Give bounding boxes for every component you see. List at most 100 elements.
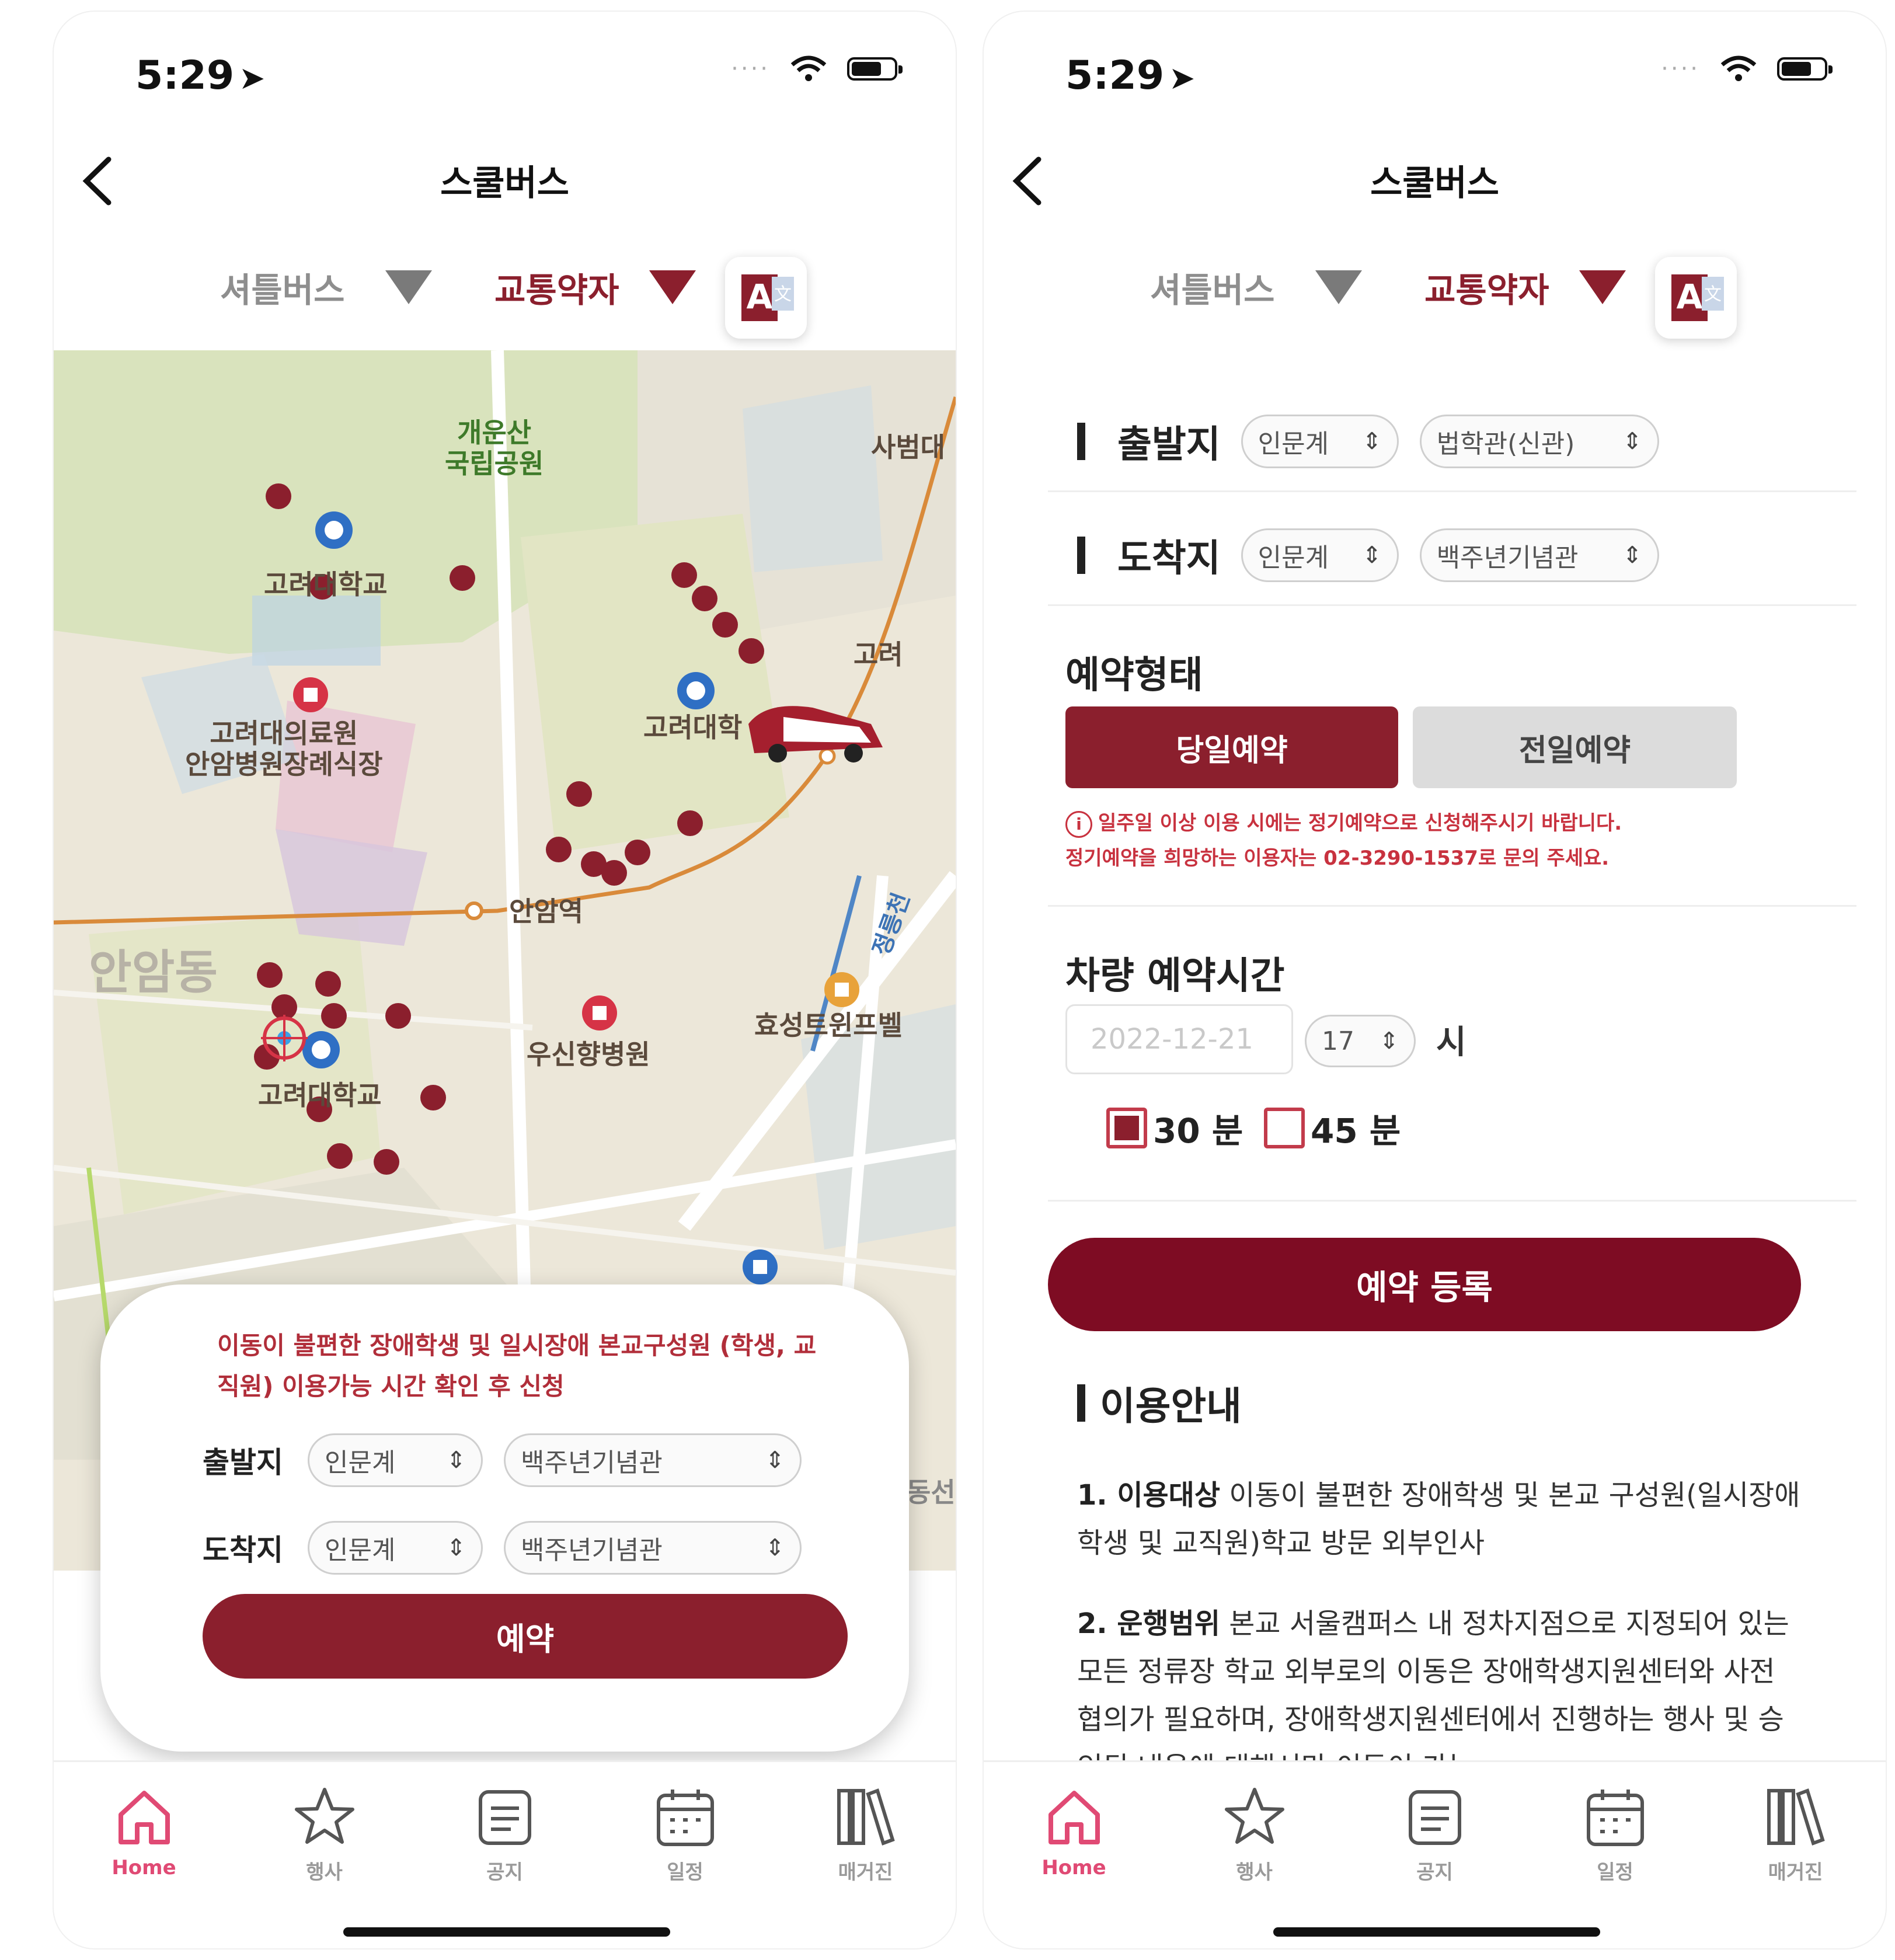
svg-text:A: A (747, 277, 773, 316)
checkbox-unchecked[interactable] (1264, 1108, 1305, 1148)
select-value: 백주년기념관 (521, 1448, 663, 1478)
map-label-sabeom: 사범대 (871, 431, 945, 463)
eligibility-notice: 이동이 불편한 장애학생 및 일시장애 본교구성원 (학생, 교직원) 이용가능… (217, 1331, 817, 1401)
page-title: 스쿨버스 (440, 163, 569, 204)
home-indicator[interactable] (343, 1927, 670, 1937)
map-label-park: 개운산 국립공원 (445, 417, 544, 479)
nav-label: 일정 (667, 1861, 703, 1884)
arrival-row: 도착지 인문계 ⇕ 백주년기념관 ⇕ (1077, 528, 1680, 582)
nav-item-home[interactable]: Home (987, 1762, 1162, 1896)
updown-caret-icon: ⇕ (1622, 542, 1642, 569)
nav-item-notice[interactable]: 공지 (417, 1762, 593, 1896)
map-label-station: 안암역 (509, 896, 583, 927)
date-input[interactable]: 2022-12-21 (1065, 1004, 1293, 1074)
select-value: 백주년기념관 (1436, 543, 1579, 573)
nav-item-magazine[interactable]: 매거진 (778, 1762, 953, 1896)
translate-button[interactable]: A 文 (1655, 257, 1737, 339)
hour-unit-label: 시 (1436, 1023, 1466, 1061)
nav-item-home[interactable]: Home (57, 1762, 232, 1896)
reserve-button[interactable]: 예약 (203, 1594, 848, 1679)
guide-title-text: 이용안내 (1100, 1384, 1242, 1429)
divider (1048, 905, 1856, 907)
select-value: 인문계 (1257, 429, 1329, 459)
arrival-label: 도착지 (203, 1533, 283, 1567)
nav-label: 행사 (306, 1861, 343, 1884)
section-bar (1077, 1384, 1085, 1422)
phone-screen-form: 5:29 ➤ ···· 스쿨버스 셔틀버스 교통약자 A 文 출발지 인문계 ⇕ 법… (984, 12, 1886, 1948)
tab-label: 교통약자 (1424, 270, 1549, 310)
select-value: 인문계 (1257, 543, 1329, 573)
nav-item-magazine[interactable]: 매거진 (1708, 1762, 1883, 1896)
location-arrow-icon: ➤ (239, 60, 266, 96)
nav-label: Home (1041, 1856, 1106, 1879)
departure-building-select[interactable]: 백주년기념관 ⇕ (504, 1433, 802, 1487)
map-label-korea-univ-right: 고려대학 (643, 712, 743, 743)
hour-select[interactable]: 17 ⇕ (1305, 1015, 1416, 1067)
notice-line: 정기예약을 희망하는 이용자는 02-3290-1537로 문의 주세요. (1065, 847, 1610, 870)
updown-caret-icon: ⇕ (446, 1447, 466, 1474)
nav-item-events[interactable]: 행사 (1167, 1762, 1342, 1896)
minute-30-option[interactable]: 30 분 (1106, 1103, 1243, 1153)
status-indicators: ···· (1661, 55, 1833, 82)
updown-caret-icon: ⇕ (1622, 428, 1642, 455)
minute-45-option[interactable]: 45 분 (1264, 1103, 1401, 1153)
wifi-icon (1720, 55, 1757, 81)
updown-caret-icon: ⇕ (446, 1534, 466, 1561)
translate-icon: A 文 (1671, 274, 1724, 321)
dropdown-triangle-icon (1315, 270, 1363, 304)
nav-label: 공지 (486, 1861, 523, 1884)
departure-row: 출발지 인문계 ⇕ 법학관(신관) ⇕ (1077, 415, 1680, 468)
nav-label: 매거진 (1768, 1861, 1823, 1884)
map-label-korea-univ: 고려대학교 (264, 569, 388, 600)
location-arrow-icon: ➤ (1169, 60, 1196, 96)
same-day-button[interactable]: 당일예약 (1065, 706, 1398, 788)
map-label-woosin-hospital: 우신향병원 (527, 1039, 650, 1070)
updown-caret-icon: ⇕ (1362, 428, 1382, 455)
tab-disabled-transport[interactable]: 교통약자 (494, 263, 696, 312)
mode-tabs: 셔틀버스 교통약자 A 文 (54, 257, 956, 339)
signal-icon: ···· (1661, 55, 1700, 82)
arrival-building-select[interactable]: 백주년기념관 ⇕ (1419, 528, 1659, 582)
previous-day-button[interactable]: 전일예약 (1413, 706, 1737, 788)
select-value: 17 (1322, 1026, 1354, 1056)
select-value: 법학관(신관) (1436, 429, 1575, 459)
calendar-icon (656, 1790, 714, 1846)
option-label: 45 분 (1311, 1111, 1401, 1151)
checkbox-checked[interactable] (1106, 1108, 1147, 1148)
updown-caret-icon: ⇕ (765, 1534, 785, 1561)
nav-item-schedule[interactable]: 일정 (598, 1762, 773, 1896)
tab-label: 교통약자 (494, 270, 619, 310)
home-indicator[interactable] (1273, 1927, 1600, 1937)
nav-item-schedule[interactable]: 일정 (1528, 1762, 1703, 1896)
dropdown-triangle-icon (649, 270, 696, 304)
arrival-campus-select[interactable]: 인문계 ⇕ (1241, 528, 1399, 582)
departure-campus-select[interactable]: 인문계 ⇕ (1241, 415, 1399, 468)
updown-caret-icon: ⇕ (1362, 542, 1382, 569)
calendar-icon (1586, 1790, 1644, 1846)
select-value: 인문계 (325, 1448, 396, 1478)
home-icon (1048, 1791, 1100, 1844)
tab-disabled-transport[interactable]: 교통약자 (1424, 263, 1626, 312)
select-value: 백주년기념관 (521, 1536, 663, 1565)
tab-shuttle-bus[interactable]: 셔틀버스 (1150, 263, 1363, 312)
departure-row: 출발지 인문계 ⇕ 백주년기념관 ⇕ (203, 1433, 823, 1487)
notice-line: 일주일 이상 이용 시에는 정기예약으로 신청해주시기 바랍니다. (1098, 812, 1622, 835)
translate-button[interactable]: A 文 (725, 257, 807, 339)
map-label-dong: 안암동 (89, 945, 218, 1000)
tab-shuttle-bus[interactable]: 셔틀버스 (220, 263, 433, 312)
map-label-hyosung: 효성트윈프벨 (754, 1009, 903, 1041)
register-reservation-button[interactable]: 예약 등록 (1048, 1238, 1801, 1331)
nav-item-events[interactable]: 행사 (237, 1762, 412, 1896)
departure-building-select[interactable]: 법학관(신관) ⇕ (1419, 415, 1659, 468)
departure-campus-select[interactable]: 인문계 ⇕ (308, 1433, 483, 1487)
translate-icon: A 文 (741, 274, 794, 321)
signal-icon: ···· (731, 55, 770, 82)
arrival-building-select[interactable]: 백주년기념관 ⇕ (504, 1521, 802, 1575)
arrival-campus-select[interactable]: 인문계 ⇕ (308, 1521, 483, 1575)
nav-item-notice[interactable]: 공지 (1347, 1762, 1523, 1896)
map-label-hospital: 고려대의료원 안암병원장례식장 (185, 718, 383, 780)
reservation-sheet: 이동이 불편한 장애학생 및 일시장애 본교구성원 (학생, 교직원) 이용가능… (100, 1284, 909, 1752)
svg-text:A: A (1677, 277, 1703, 316)
bottom-nav: Home 행사 공지 일정 매거진 (984, 1760, 1886, 1896)
reservation-type-title: 예약형태 (1065, 654, 1203, 697)
